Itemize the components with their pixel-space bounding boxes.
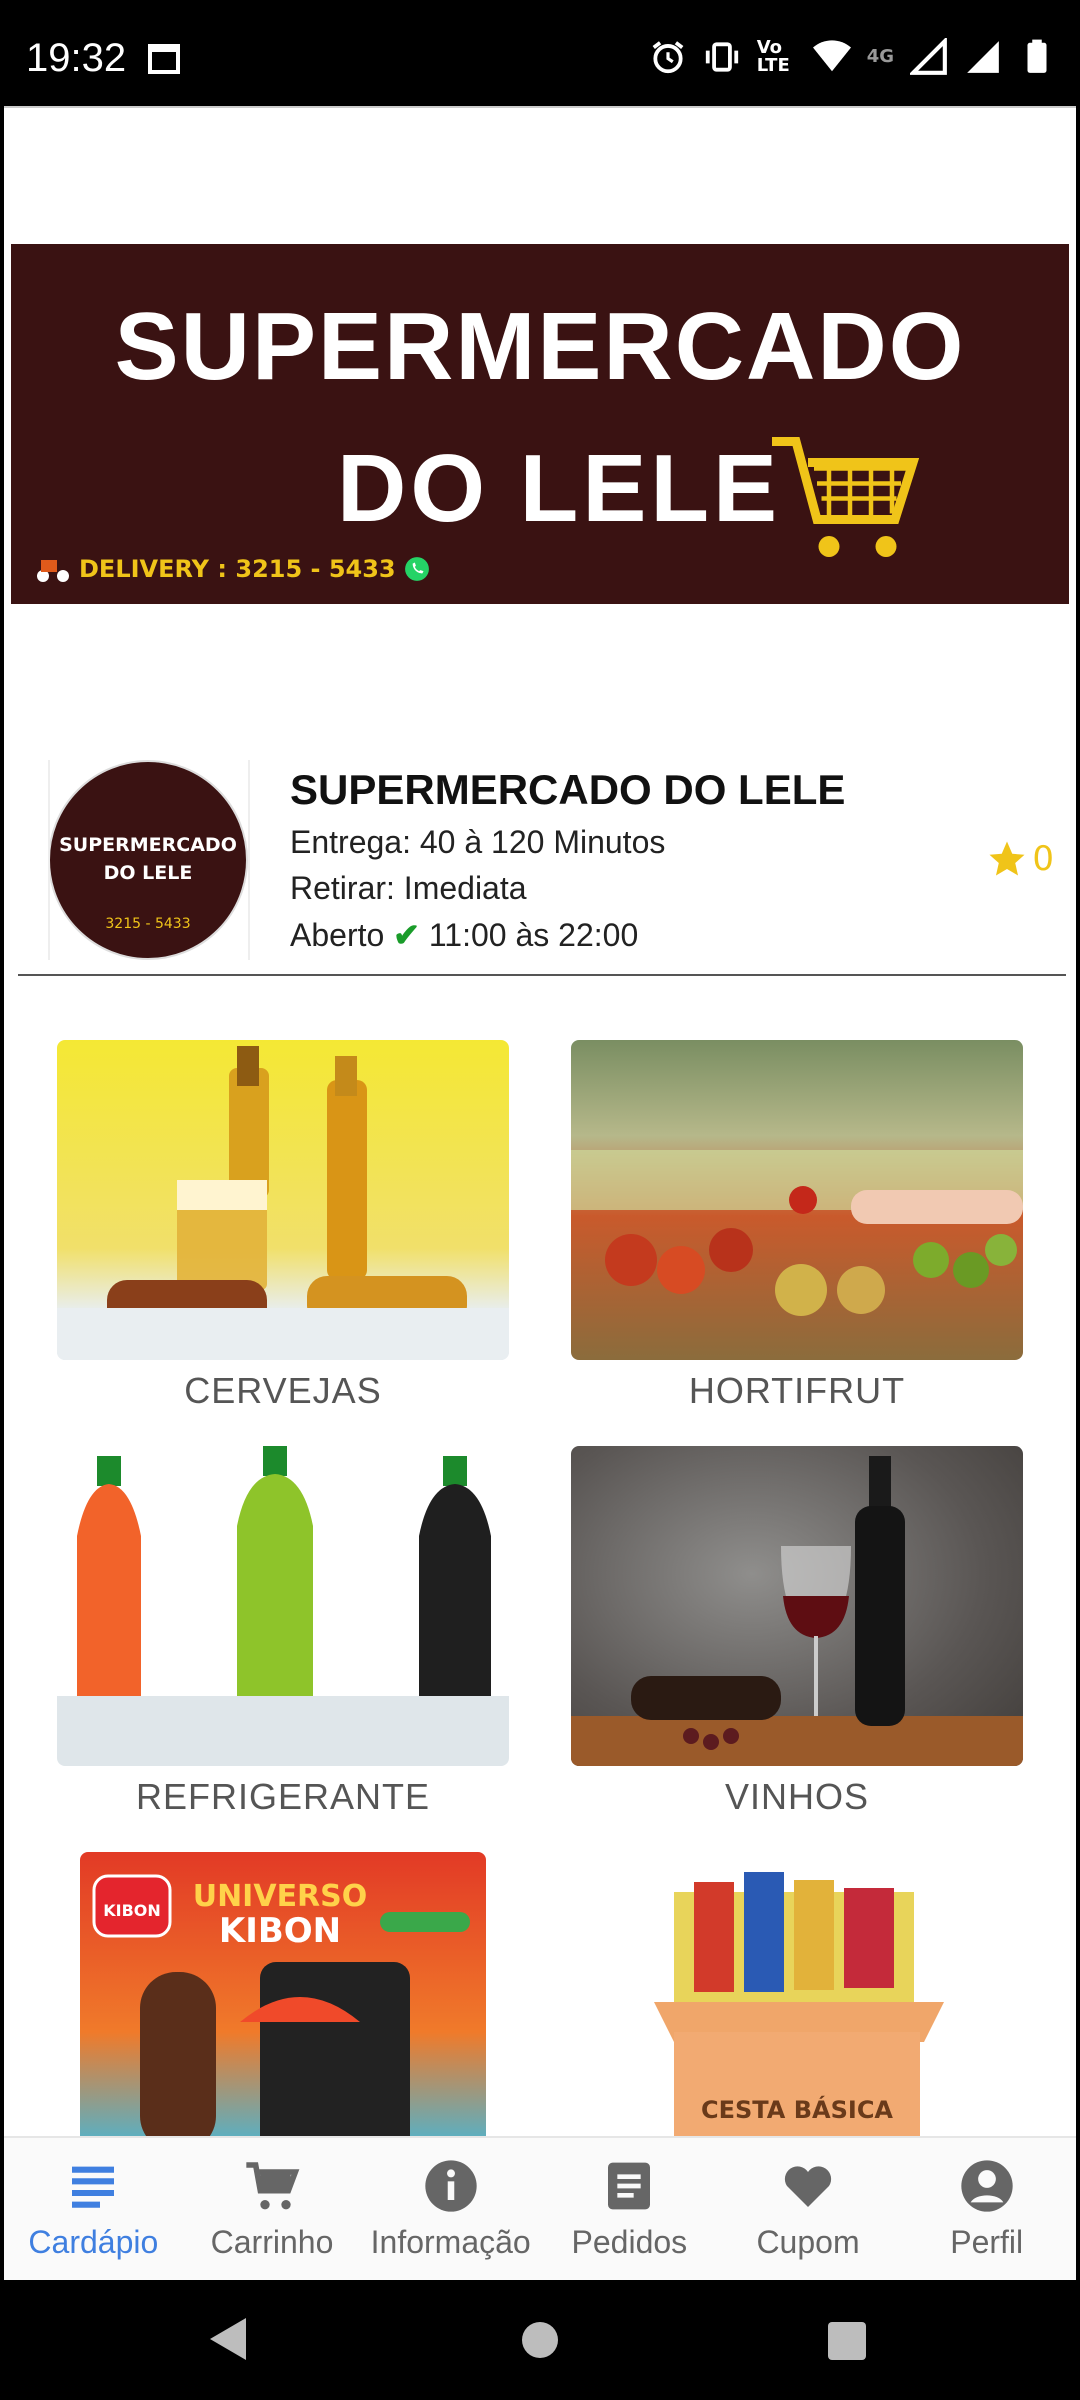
category-card-hortifrut[interactable]: HORTIFRUT [571, 1040, 1023, 1412]
delivery-scooter-icon [37, 560, 69, 582]
category-image-vinhos [571, 1446, 1023, 1766]
cart-icon [246, 2162, 300, 2210]
status-icons: Vo LTE 4G [649, 38, 1056, 76]
signal-icon [910, 38, 947, 75]
signal-icon-2 [967, 41, 999, 73]
nav-label: Pedidos [571, 2224, 688, 2260]
category-label: CERVEJAS [184, 1370, 382, 1411]
back-icon[interactable] [208, 2316, 248, 2362]
profile-icon [961, 2160, 1013, 2212]
network-type: 4G [866, 46, 894, 67]
cart-icon [772, 437, 919, 557]
vibrate-icon [705, 42, 738, 72]
nav-label: Cupom [756, 2224, 860, 2260]
store-rating[interactable]: 0 [986, 838, 1054, 880]
nav-item-informacao[interactable]: Informação [361, 2138, 540, 2280]
check-icon: ✔ [393, 917, 420, 953]
banner-delivery-text: DELIVERY : 3215 - 5433 [79, 555, 396, 583]
pickup-time: Retirar: Imediata [290, 870, 527, 906]
logo-phone: 3215 - 5433 [105, 916, 191, 932]
status-bar: 19:32 Vo LTE 4G [0, 0, 1080, 106]
category-image-cesta-basica: CESTA BÁSICA [604, 1852, 990, 2152]
home-icon[interactable] [522, 2322, 558, 2358]
wifi-icon [812, 40, 851, 72]
bottom-navigation: Cardápio Carrinho Informação Pedidos Cup… [4, 2136, 1076, 2280]
banner-delivery: DELIVERY : 3215 - 5433 [35, 554, 430, 584]
nav-label: Informação [370, 2224, 531, 2260]
nav-label: Carrinho [210, 2224, 334, 2260]
store-logo: SUPERMERCADO DO LELE 3215 - 5433 [48, 760, 248, 960]
calendar-icon [148, 44, 180, 74]
kibon-title-2: KIBON [219, 1911, 341, 1951]
category-label: VINHOS [724, 1776, 870, 1817]
nav-item-cardapio[interactable]: Cardápio [4, 2138, 183, 2280]
logo-line1: SUPERMERCADO [59, 834, 237, 856]
category-label: HORTIFRUT [688, 1370, 906, 1411]
open-label: Aberto [290, 917, 385, 953]
nav-item-carrinho[interactable]: Carrinho [183, 2138, 362, 2280]
category-image-cervejas [57, 1040, 509, 1360]
heart-icon [784, 2166, 832, 2207]
nav-item-cupom[interactable]: Cupom [719, 2138, 898, 2280]
battery-icon [1027, 39, 1047, 73]
status-time: 19:32 [26, 36, 127, 80]
category-card-kibon[interactable]: KIBON UNIVERSO KIBON [80, 1852, 486, 2152]
store-name: SUPERMERCADO DO LELE [290, 766, 846, 813]
alarm-icon [652, 41, 684, 74]
delivery-time: Entrega: 40 à 120 Minutos [290, 824, 666, 860]
category-image-hortifrut [571, 1040, 1023, 1360]
recent-apps-icon[interactable] [828, 2322, 866, 2360]
category-card-cervejas[interactable]: CERVEJAS [57, 1040, 509, 1412]
info-icon [425, 2160, 477, 2212]
divider [48, 760, 50, 960]
category-image-refrigerante [57, 1446, 509, 1766]
kibon-logo-text: KIBON [103, 1901, 161, 1920]
app-screen: SUPERMERCADO DO LELE DELIVERY : 3215 - 5… [4, 106, 1076, 2280]
store-banner: SUPERMERCADO DO LELE DELIVERY : 3215 - 5… [11, 244, 1069, 604]
section-divider [18, 974, 1066, 976]
whatsapp-icon [404, 557, 429, 581]
open-hours: Aberto ✔ 11:00 às 22:00 [290, 916, 638, 954]
menu-icon [72, 2166, 115, 2208]
volte-indicator: Vo LTE [756, 37, 790, 76]
store-info: SUPERMERCADO DO LELE 3215 - 5433 SUPERME… [48, 760, 1068, 1078]
divider [248, 760, 250, 960]
nav-label: Cardápio [28, 2224, 159, 2260]
kibon-title-1: UNIVERSO [193, 1879, 368, 1914]
banner-title-line1: SUPERMERCADO [114, 293, 966, 400]
cesta-basica-text: CESTA BÁSICA [701, 2095, 893, 2124]
nav-item-perfil[interactable]: Perfil [897, 2138, 1076, 2280]
category-image-kibon: KIBON UNIVERSO KIBON [80, 1852, 486, 2152]
category-card-cesta-basica[interactable]: CESTA BÁSICA [604, 1852, 990, 2152]
rating-value: 0 [1032, 839, 1054, 879]
category-label: REFRIGERANTE [135, 1776, 431, 1817]
system-navigation [0, 2280, 1080, 2400]
nav-label: Perfil [950, 2224, 1024, 2260]
star-icon [989, 841, 1025, 876]
category-card-refrigerante[interactable]: REFRIGERANTE [57, 1446, 509, 1818]
nav-item-pedidos[interactable]: Pedidos [540, 2138, 719, 2280]
category-card-vinhos[interactable]: VINHOS [571, 1446, 1023, 1818]
logo-line2: DO LELE [103, 862, 193, 884]
banner-title-line2: DO LELE [337, 435, 782, 542]
orders-icon [608, 2162, 651, 2210]
hours-value: 11:00 às 22:00 [428, 917, 639, 953]
